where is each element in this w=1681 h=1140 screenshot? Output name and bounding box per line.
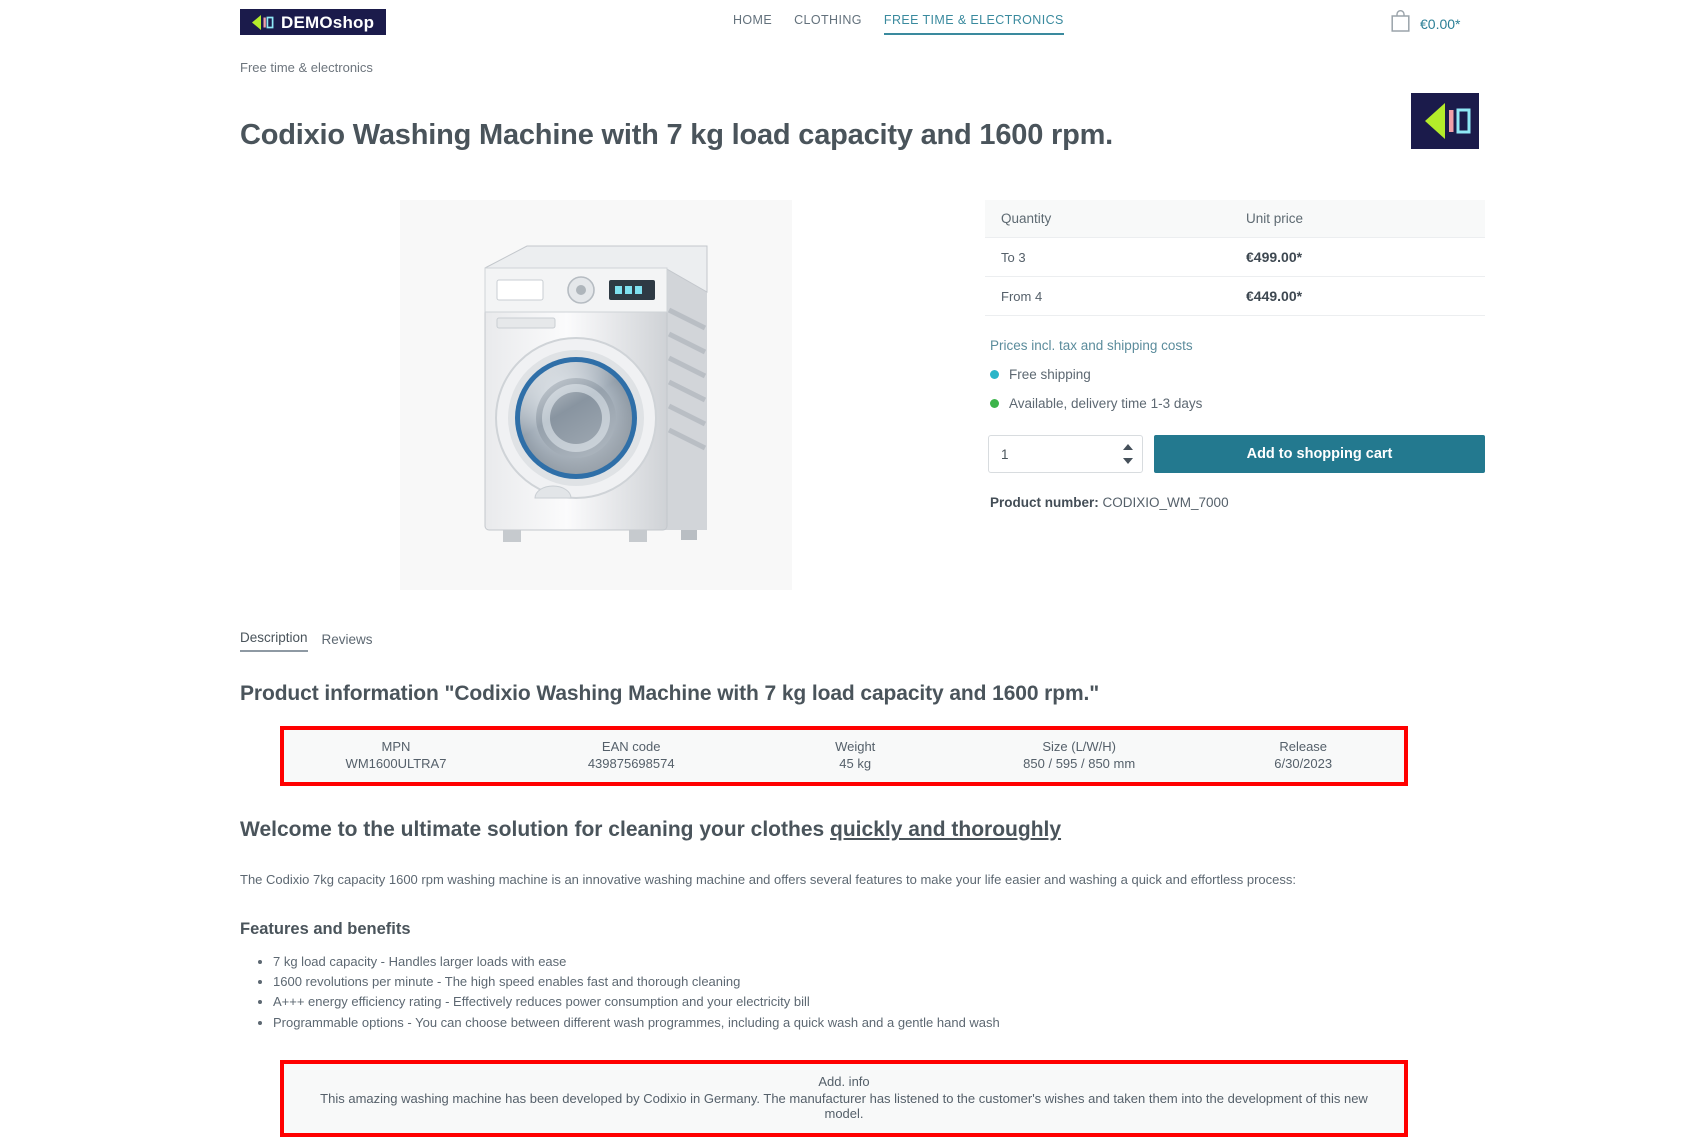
- washing-machine-image: [469, 230, 724, 560]
- spec-header-mpn: MPN: [381, 739, 411, 754]
- price-row-quantity: From 4: [985, 276, 1230, 316]
- site-logo[interactable]: DEMOshop: [240, 9, 387, 35]
- price-table-header-row: Quantity Unit price: [985, 200, 1485, 238]
- detail-tabs: Description Reviews: [240, 630, 373, 652]
- shipping-status: Free shipping: [985, 367, 1485, 382]
- quantity-spinner-icon[interactable]: [1122, 444, 1134, 464]
- price-table-row: From 4 €449.00*: [985, 276, 1485, 316]
- spinner-up-icon[interactable]: [1123, 444, 1133, 450]
- buy-controls: Add to shopping cart: [985, 435, 1485, 473]
- product-detail-page: DEMOshop HOME CLOTHING FREE TIME & ELECT…: [0, 0, 1681, 1140]
- spec-value-size: 850 / 595 / 850 mm: [1023, 756, 1136, 771]
- add-info-value: This amazing washing machine has been de…: [320, 1091, 1368, 1122]
- description-intro: The Codixio 7kg capacity 1600 rpm washin…: [240, 872, 1296, 887]
- description-panel: Product information "Codixio Washing Mac…: [240, 682, 1480, 1138]
- codixio-brand-logo-icon[interactable]: [1411, 93, 1479, 149]
- nav-item-home[interactable]: HOME: [733, 13, 772, 33]
- breadcrumb[interactable]: Free time & electronics: [240, 60, 373, 75]
- shopping-bag-icon: [1390, 10, 1411, 38]
- product-number-label: Product number:: [990, 495, 1099, 510]
- spec-value-release: 6/30/2023: [1274, 756, 1333, 771]
- tax-shipping-note[interactable]: Prices incl. tax and shipping costs: [990, 338, 1485, 353]
- features-list: 7 kg load capacity - Handles larger load…: [240, 953, 1480, 1033]
- availability-status-label: Available, delivery time 1-3 days: [1009, 396, 1203, 411]
- list-item: 1600 revolutions per minute - The high s…: [273, 973, 1480, 991]
- tiered-price-table: Quantity Unit price To 3 €499.00* From 4…: [985, 200, 1485, 316]
- nav-item-free-time-electronics[interactable]: FREE TIME & ELECTRONICS: [883, 13, 1064, 35]
- add-info-header: Add. info: [818, 1074, 870, 1090]
- product-number: Product number: CODIXIO_WM_7000: [985, 495, 1485, 510]
- spec-value-ean: 439875698574: [587, 756, 675, 771]
- site-header: DEMOshop HOME CLOTHING FREE TIME & ELECT…: [0, 0, 1681, 44]
- lead-prefix: Welcome to the ultimate solution for cle…: [240, 818, 831, 841]
- quantity-stepper[interactable]: [988, 435, 1143, 473]
- add-info-highlight: Add. info This amazing washing machine h…: [280, 1060, 1408, 1138]
- features-heading: Features and benefits: [240, 919, 411, 938]
- spec-value-mpn: WM1600ULTRA7: [345, 756, 447, 771]
- tab-reviews[interactable]: Reviews: [322, 632, 373, 652]
- spec-table-header-row: MPN EAN code Weight Size (L/W/H) Release: [284, 730, 1404, 755]
- availability-status: Available, delivery time 1-3 days: [985, 396, 1485, 411]
- lead-underlined: quickly and thoroughly: [830, 818, 1062, 841]
- price-header-unit-price: Unit price: [1230, 200, 1485, 238]
- list-item: A+++ energy efficiency rating - Effectiv…: [273, 993, 1480, 1011]
- buy-box: Quantity Unit price To 3 €499.00* From 4…: [985, 200, 1485, 510]
- quantity-input[interactable]: [988, 435, 1143, 473]
- shipping-status-label: Free shipping: [1009, 367, 1091, 382]
- list-item: 7 kg load capacity - Handles larger load…: [273, 953, 1480, 971]
- add-info-header-row: Add. info: [284, 1064, 1404, 1090]
- shipping-status-dot: [990, 370, 999, 379]
- main-navigation: HOME CLOTHING FREE TIME & ELECTRONICS: [733, 13, 1064, 35]
- price-row-unit-price: €449.00*: [1230, 276, 1485, 316]
- spec-header-ean: EAN code: [601, 739, 661, 754]
- chevron-left-logo-icon: [248, 14, 274, 31]
- product-number-value: CODIXIO_WM_7000: [1102, 495, 1229, 510]
- spec-table: MPN EAN code Weight Size (L/W/H) Release…: [284, 730, 1404, 782]
- description-lead-heading: Welcome to the ultimate solution for cle…: [240, 818, 1480, 842]
- add-info-table: Add. info This amazing washing machine h…: [284, 1064, 1404, 1134]
- price-row-quantity: To 3: [985, 237, 1230, 277]
- page-title: Codixio Washing Machine with 7 kg load c…: [240, 119, 1114, 152]
- cart-total-price: €0.00*: [1420, 16, 1461, 32]
- site-logo-text: DEMOshop: [281, 12, 375, 32]
- cart-widget[interactable]: €0.00*: [1390, 10, 1460, 38]
- price-table-row: To 3 €499.00*: [985, 237, 1485, 277]
- tab-description[interactable]: Description: [240, 630, 308, 652]
- add-to-cart-button[interactable]: Add to shopping cart: [1154, 435, 1485, 473]
- price-header-quantity: Quantity: [985, 200, 1230, 238]
- nav-item-clothing[interactable]: CLOTHING: [794, 13, 862, 33]
- product-gallery[interactable]: [400, 200, 792, 590]
- product-information-heading: Product information "Codixio Washing Mac…: [240, 682, 1100, 705]
- spec-table-highlight: MPN EAN code Weight Size (L/W/H) Release…: [280, 726, 1408, 786]
- spec-header-release: Release: [1279, 739, 1328, 754]
- price-row-unit-price: €499.00*: [1230, 237, 1485, 277]
- spec-table-row: WM1600ULTRA7 439875698574 45 kg 850 / 59…: [284, 755, 1404, 782]
- spec-value-weight: 45 kg: [839, 756, 872, 771]
- availability-status-dot: [990, 399, 999, 408]
- spec-header-weight: Weight: [835, 739, 876, 754]
- spinner-down-icon[interactable]: [1123, 458, 1133, 464]
- spec-header-size: Size (L/W/H): [1042, 739, 1117, 754]
- add-info-row: This amazing washing machine has been de…: [284, 1090, 1404, 1133]
- list-item: Programmable options - You can choose be…: [273, 1014, 1480, 1032]
